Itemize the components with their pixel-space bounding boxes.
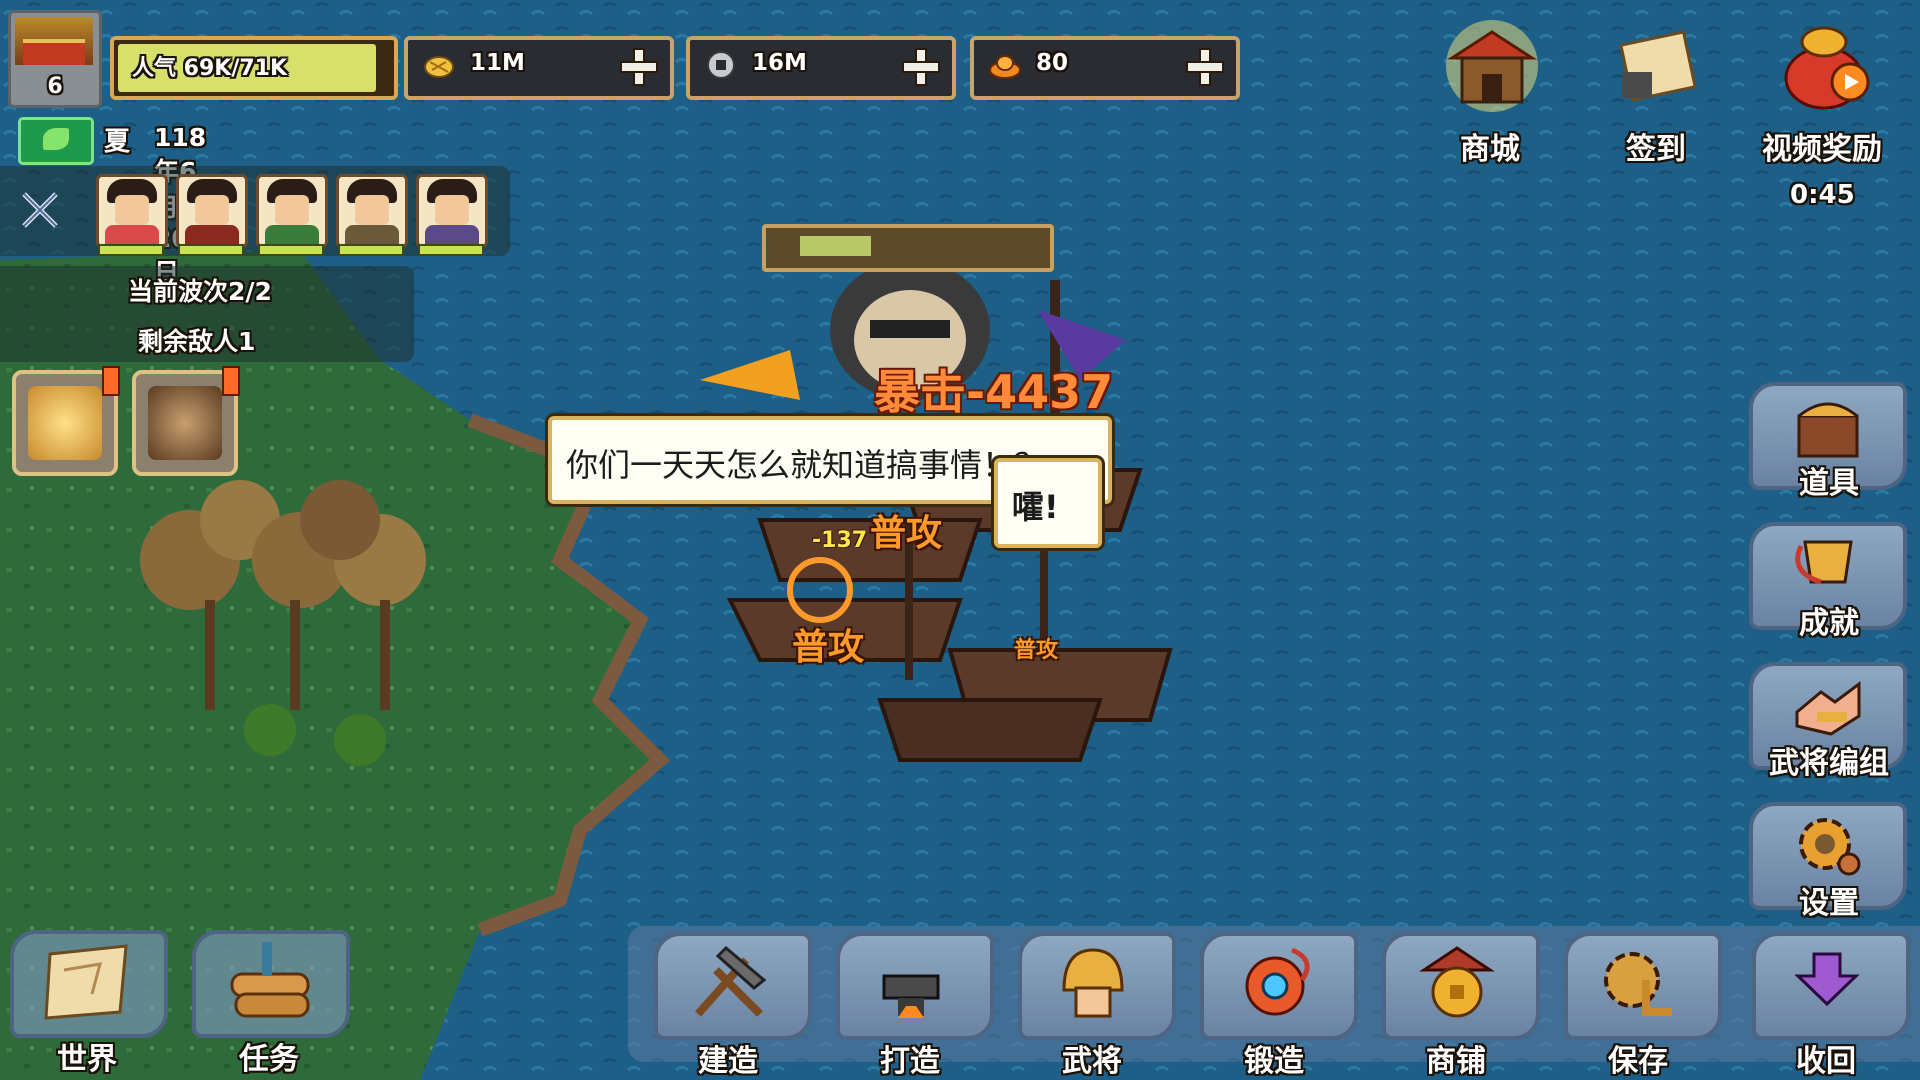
checkin-label: 签到 (1626, 132, 1686, 167)
coin-value: 16M (752, 50, 807, 76)
castle-level-badge[interactable]: 6 (8, 10, 102, 108)
hero-health-bar (338, 244, 404, 256)
resource-grain: 11M (404, 36, 674, 100)
items-button[interactable]: 道具 (1745, 382, 1913, 501)
treasure-box-icon (1797, 402, 1859, 458)
reward-bag-icon (1784, 26, 1870, 110)
gear-icon (1799, 818, 1861, 876)
achievements-label: 成就 (1799, 606, 1859, 641)
save-gear-icon (1604, 952, 1672, 1016)
reply-dialog-text: 嚯! (1012, 488, 1059, 526)
world-button[interactable]: 世界 (2, 930, 172, 1080)
shop-label: 商城 (1460, 132, 1520, 167)
hero-portrait[interactable] (176, 174, 248, 248)
forge-label: 锻造 (1244, 1044, 1304, 1079)
hero-team-panel (0, 166, 510, 256)
checkin-button[interactable]: 签到 (1586, 18, 1726, 167)
add-grain-button[interactable] (618, 46, 658, 86)
copper-coin-icon (707, 51, 735, 79)
hero-portrait[interactable] (336, 174, 408, 248)
video-reward-button[interactable]: 视频奖励 (1752, 18, 1892, 167)
collapse-button[interactable]: 收回 (1740, 932, 1912, 1080)
scroll-icon (1619, 30, 1697, 102)
mall-building-icon (1446, 20, 1538, 112)
hero-health-bar (178, 244, 244, 256)
season-label: 夏 (104, 127, 131, 157)
boss-dialog-text: 你们一天天怎么就知道搞事情！？ (566, 446, 1047, 484)
collapse-label: 收回 (1796, 1044, 1856, 1079)
video-reward-label: 视频奖励 (1762, 132, 1882, 167)
anvil-icon (882, 974, 940, 1018)
build-label: 建造 (698, 1044, 758, 1079)
grain-icon (424, 56, 454, 78)
store-label: 商铺 (1426, 1044, 1486, 1079)
normal-attack-text: 普攻 (870, 513, 943, 554)
minor-damage-text: -137 (812, 528, 868, 553)
trophy-bell-icon (1795, 540, 1853, 585)
items-label: 道具 (1799, 466, 1859, 501)
build-button[interactable]: 建造 (642, 932, 814, 1080)
forge-button[interactable]: 锻造 (1188, 932, 1360, 1080)
castle-icon (15, 17, 93, 65)
hero-portrait[interactable] (96, 174, 168, 248)
hero-health-bar (98, 244, 164, 256)
critical-damage-text: 暴击-4437 (874, 365, 1114, 419)
normal-attack-text: 普攻 (792, 627, 865, 668)
settings-button[interactable]: 设置 (1745, 802, 1913, 921)
enemies-remaining: 剩余敌人1 (138, 327, 256, 356)
formation-button[interactable]: 武将编组 (1745, 662, 1913, 781)
castle-level: 6 (47, 74, 63, 99)
formation-label: 武将编组 (1769, 746, 1889, 781)
boss-health-fill (800, 236, 871, 256)
world-map-icon (44, 944, 128, 1020)
grain-value: 11M (470, 50, 525, 76)
treasure-chest-icon (28, 386, 102, 460)
treasure-chest-button[interactable] (12, 366, 120, 476)
boss-health-bar (762, 224, 1054, 272)
popularity-bar: 人气 69K/71K (110, 36, 398, 100)
crossed-swords-icon[interactable] (20, 190, 60, 230)
notification-flag-icon (222, 366, 240, 396)
tasks-button[interactable]: 任务 (184, 930, 354, 1080)
wave-panel: 当前波次2/2 剩余敌人1 (0, 266, 414, 362)
video-reward-timer: 0:45 (1790, 180, 1855, 210)
wave-counter: 当前波次2/2 (128, 277, 272, 306)
hero-health-bar (258, 244, 324, 256)
generals-button[interactable]: 武将 (1006, 932, 1178, 1080)
achievements-button[interactable]: 成就 (1745, 522, 1913, 641)
coin-shop-icon (1419, 946, 1495, 1018)
resource-coin: 16M (686, 36, 956, 100)
craft-label: 打造 (880, 1044, 940, 1079)
hero-portrait[interactable] (416, 174, 488, 248)
normal-attack-text: 普攻 (1014, 638, 1059, 663)
hero-portrait[interactable] (256, 174, 328, 248)
hammer-pickaxe-icon (695, 945, 767, 1017)
hero-health-bar (418, 244, 484, 256)
tasks-label: 任务 (239, 1042, 299, 1077)
world-label: 世界 (57, 1042, 117, 1077)
helmet-icon (1062, 948, 1124, 1018)
add-gold-button[interactable] (1184, 46, 1224, 86)
save-button[interactable]: 保存 (1552, 932, 1724, 1080)
handshake-icon (1795, 681, 1861, 736)
arrow-down-icon (1794, 952, 1860, 1007)
reply-dialog-bubble: 嚯! (994, 458, 1102, 548)
save-label: 保存 (1608, 1044, 1668, 1079)
resource-gold: 80 (970, 36, 1240, 100)
leaf-icon[interactable] (18, 117, 94, 165)
craft-button[interactable]: 打造 (824, 932, 996, 1080)
gold-ingot-icon (989, 55, 1021, 79)
store-button[interactable]: 商铺 (1370, 932, 1542, 1080)
gold-value: 80 (1036, 50, 1069, 76)
generals-label: 武将 (1062, 1044, 1122, 1079)
shop-button[interactable]: 商城 (1420, 18, 1560, 167)
gift-cake-icon (148, 386, 222, 460)
wood-logs-icon (230, 942, 310, 1018)
add-coin-button[interactable] (900, 46, 940, 86)
notification-flag-icon (102, 366, 120, 396)
cake-gift-button[interactable] (132, 366, 240, 476)
settings-label: 设置 (1799, 886, 1859, 921)
popularity-label: 人气 69K/71K (132, 56, 288, 81)
forge-lantern-icon (1245, 947, 1310, 1016)
